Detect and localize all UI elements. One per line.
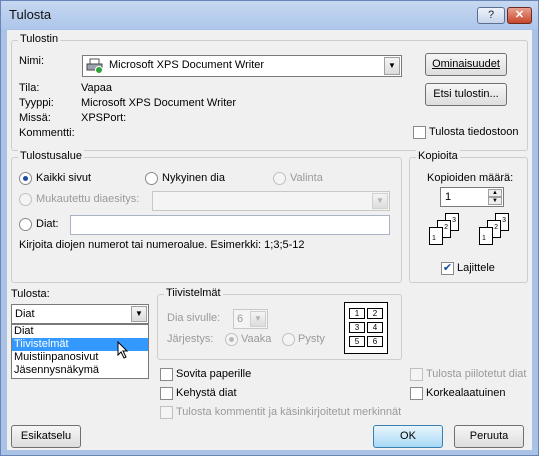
find-printer-button[interactable]: Etsi tulostin... [425, 83, 507, 106]
print-range-title: Tulostusalue [18, 150, 84, 162]
printer-group-title: Tulostin [18, 33, 61, 45]
status-value: Vapaa [81, 82, 112, 94]
print-comments-checkbox[interactable] [160, 406, 173, 419]
preview-button-label: Esikatselu [20, 430, 72, 442]
print-to-file-checkbox[interactable] [413, 126, 426, 139]
preview-button[interactable]: Esikatselu [11, 425, 81, 448]
printer-icon [86, 58, 103, 74]
custom-show-select[interactable]: ▼ [152, 191, 390, 211]
spin-up-icon[interactable]: ▲ [488, 189, 502, 197]
current-slide-label: Nykyinen dia [162, 172, 225, 184]
dropdown-option[interactable]: Diat [12, 325, 148, 338]
title-bar[interactable]: Tulosta ? ✕ [1, 1, 538, 29]
order-horizontal-label: Vaaka [241, 333, 272, 345]
preview-slide: 1 [349, 308, 365, 319]
properties-button-label: Ominaisuudet [432, 58, 500, 70]
chevron-down-icon[interactable]: ▼ [131, 306, 147, 322]
dialog-body: Tulostin Nimi: Microsoft XPS Document Wr… [7, 30, 532, 450]
spin-down-icon[interactable]: ▼ [488, 197, 502, 205]
collate-page: 1 [479, 227, 493, 245]
find-printer-button-label: Etsi tulostin... [433, 88, 499, 100]
slides-input[interactable] [70, 215, 390, 235]
preview-slide: 6 [367, 336, 383, 347]
print-what-select[interactable]: Diat ▼ [11, 304, 149, 324]
where-label: Missä: [19, 112, 51, 124]
slides-hint: Kirjoita diojen numerot tai numeroalue. … [19, 239, 305, 251]
properties-button[interactable]: Ominaisuudet [425, 53, 507, 76]
printer-name-value: Microsoft XPS Document Writer [109, 59, 265, 71]
ok-button-label: OK [400, 430, 416, 442]
preview-slide: 3 [349, 322, 365, 333]
fit-to-paper-label: Sovita paperille [176, 368, 252, 380]
order-vertical-label: Pysty [298, 333, 325, 345]
printer-name-select[interactable]: Microsoft XPS Document Writer ▼ [82, 55, 402, 77]
current-slide-radio[interactable] [145, 172, 158, 185]
where-value: XPSPort: [81, 112, 127, 124]
collate-page: 1 [429, 227, 443, 245]
status-label: Tila: [19, 82, 40, 94]
frame-slides-checkbox[interactable] [160, 387, 173, 400]
preview-slide: 4 [367, 322, 383, 333]
collate-checkbox[interactable]: ✔ [441, 262, 454, 275]
cancel-button-label: Peruuta [469, 430, 509, 442]
print-hidden-label: Tulosta piilotetut diat [426, 368, 527, 380]
type-value: Microsoft XPS Document Writer [81, 97, 237, 109]
high-quality-checkbox[interactable] [410, 387, 423, 400]
slides-label: Diat: [36, 218, 59, 230]
chevron-down-icon[interactable]: ▼ [250, 311, 266, 327]
print-hidden-checkbox[interactable] [410, 368, 423, 381]
print-dialog: Tulosta ? ✕ Tulostin Nimi: Microsoft XPS… [0, 0, 539, 456]
custom-show-label: Mukautettu diaesitys: [36, 193, 140, 205]
order-horizontal-radio[interactable] [225, 333, 238, 346]
handout-preview: 1 2 3 4 5 6 [344, 302, 388, 354]
ok-button[interactable]: OK [373, 425, 443, 448]
print-comments-label: Tulosta kommentit ja käsinkirjoitetut me… [176, 406, 402, 418]
per-page-select[interactable]: 6 ▼ [233, 309, 268, 329]
chevron-down-icon[interactable]: ▼ [384, 57, 400, 75]
type-label: Tyyppi: [19, 97, 54, 109]
preview-slide: 2 [367, 308, 383, 319]
custom-show-radio[interactable] [19, 193, 32, 206]
help-button[interactable]: ? [477, 7, 505, 24]
dialog-title: Tulosta [9, 7, 52, 22]
comment-label: Kommentti: [19, 127, 75, 139]
dropdown-option[interactable]: Jäsennysnäkymä [12, 364, 148, 377]
close-button[interactable]: ✕ [507, 7, 532, 24]
copies-group-title: Kopioita [416, 150, 460, 162]
cancel-button[interactable]: Peruuta [454, 425, 524, 448]
selection-radio[interactable] [273, 172, 286, 185]
per-page-label: Dia sivulle: [167, 312, 221, 324]
copies-count-value: 1 [445, 191, 452, 203]
order-label: Järjestys: [167, 333, 214, 345]
print-what-value: Diat [15, 308, 35, 320]
printer-name-label: Nimi: [19, 55, 45, 67]
per-page-value: 6 [237, 313, 244, 325]
mouse-cursor-icon [117, 341, 129, 359]
print-to-file-label: Tulosta tiedostoon [429, 126, 519, 138]
copies-count-spinner[interactable]: 1 ▲ ▼ [440, 187, 504, 207]
collate-label: Lajittele [457, 262, 495, 274]
all-pages-label: Kaikki sivut [36, 172, 92, 184]
copies-count-label: Kopioiden määrä: [427, 172, 514, 184]
frame-slides-label: Kehystä diat [176, 387, 237, 399]
fit-to-paper-checkbox[interactable] [160, 368, 173, 381]
selection-label: Valinta [290, 172, 323, 184]
chevron-down-icon[interactable]: ▼ [372, 193, 388, 209]
print-what-label: Tulosta: [11, 288, 50, 300]
high-quality-label: Korkealaatuinen [426, 387, 506, 399]
handouts-group-title: Tiivistelmät [164, 287, 223, 299]
all-pages-radio[interactable] [19, 172, 32, 185]
slides-radio[interactable] [19, 218, 32, 231]
order-vertical-radio[interactable] [282, 333, 295, 346]
preview-slide: 5 [349, 336, 365, 347]
